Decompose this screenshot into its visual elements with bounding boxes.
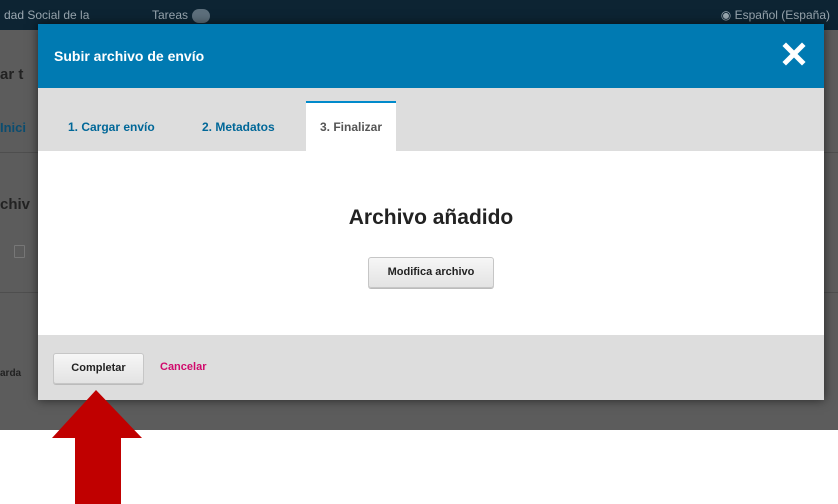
background-save-fragment: arda [0,368,22,379]
modal-header: Subir archivo de envío [38,24,824,88]
background-site-name: dad Social de la [4,8,90,22]
upload-modal: Subir archivo de envío 1. Cargar envío 2… [38,24,824,400]
modify-file-button[interactable]: Modifica archivo [368,257,494,288]
modal-footer: Completar Cancelar [38,335,824,400]
modal-body: Archivo añadido Modifica archivo [38,151,824,335]
tab-metadatos[interactable]: 2. Metadatos [188,103,289,151]
file-added-heading: Archivo añadido [348,206,514,229]
modal-title: Subir archivo de envío [54,48,205,64]
cancel-link[interactable]: Cancelar [160,361,206,373]
tab-cargar-envio[interactable]: 1. Cargar envío [54,103,169,151]
background-language: ◉ Español (España) [720,8,830,22]
close-icon[interactable] [782,42,806,66]
tasks-count-badge [192,8,211,23]
arrow-up-icon [52,390,142,504]
tab-finalizar[interactable]: 3. Finalizar [306,101,397,151]
globe-icon: ◉ [720,8,735,22]
background-section-fragment: chiv [0,196,31,213]
tabs-bar: 1. Cargar envío 2. Metadatos 3. Finaliza… [38,88,824,151]
document-icon [14,245,25,258]
complete-button[interactable]: Completar [53,353,144,384]
background-title-fragment: ar t [0,66,24,83]
background-tab-fragment: Inici [0,120,27,135]
background-tasks-link: Tareas [152,8,211,23]
